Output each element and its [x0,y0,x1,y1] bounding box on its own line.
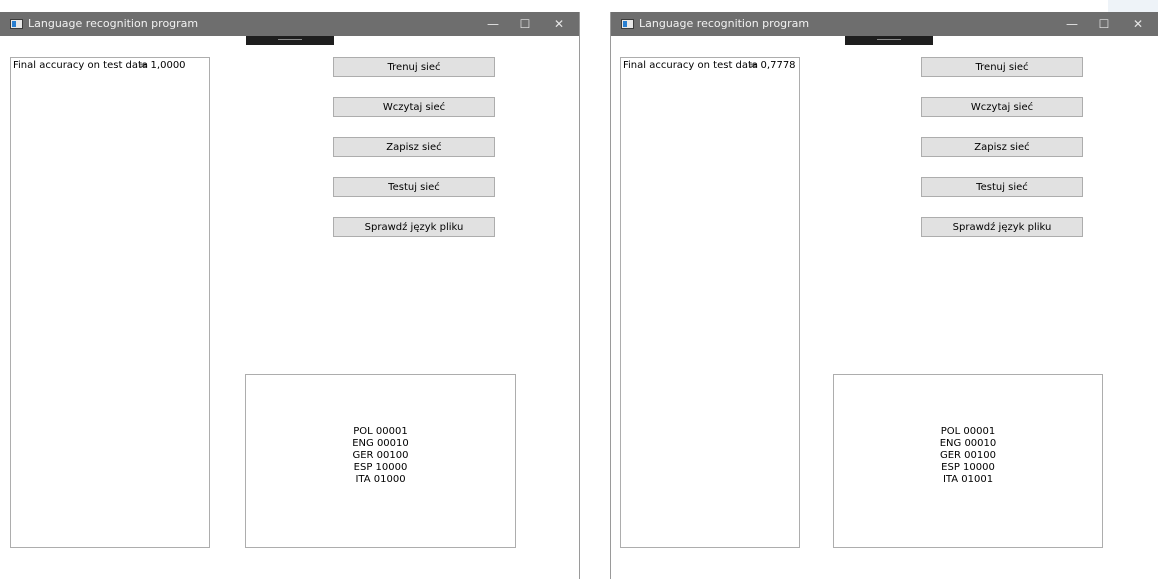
close-icon[interactable]: ✕ [545,12,573,36]
output-textbox[interactable]: Final accuracy on test data = 1,0000 [10,57,210,548]
language-code-line: GER 00100 [352,450,409,461]
app-window-icon [621,19,634,29]
language-codes-box: POL 00001 ENG 00010 GER 00100 ESP 10000 … [245,374,516,548]
train-network-button[interactable]: Trenuj sieć [921,57,1083,77]
language-codes-list: POL 00001 ENG 00010 GER 00100 ESP 10000 … [834,426,1102,486]
drag-grip[interactable] [246,36,334,45]
train-network-button[interactable]: Trenuj sieć [333,57,495,77]
test-network-button[interactable]: Testuj sieć [921,177,1083,197]
drag-grip[interactable] [845,36,933,45]
load-network-button[interactable]: Wczytaj sieć [921,97,1083,117]
language-code-line: GER 00100 [939,450,996,461]
accuracy-label: Final accuracy on test data [623,60,759,71]
load-network-button[interactable]: Wczytaj sieć [333,97,495,117]
save-network-button[interactable]: Zapisz sieć [921,137,1083,157]
accuracy-value: = 1,0000 [139,60,186,71]
language-code-line: POL 00001 [940,426,996,437]
language-codes-list: POL 00001 ENG 00010 GER 00100 ESP 10000 … [246,426,515,486]
save-network-button[interactable]: Zapisz sieć [333,137,495,157]
language-code-line: ESP 10000 [353,462,408,473]
language-codes-box: POL 00001 ENG 00010 GER 00100 ESP 10000 … [833,374,1103,548]
app-window-right: Language recognition program — ☐ ✕ Final… [610,12,1158,579]
close-icon[interactable]: ✕ [1124,12,1152,36]
language-code-line: ITA 01000 [355,474,406,485]
check-file-language-button[interactable]: Sprawdź język pliku [921,217,1083,237]
language-code-line: ENG 00010 [939,438,997,449]
title-bar[interactable]: Language recognition program — ☐ ✕ [611,12,1158,36]
title-bar[interactable]: Language recognition program — ☐ ✕ [0,12,579,36]
accuracy-value: = 0,7778 [749,60,796,71]
maximize-icon[interactable]: ☐ [511,12,539,36]
language-code-line: ENG 00010 [352,438,409,449]
language-code-line: ESP 10000 [941,462,995,473]
language-code-line: POL 00001 [353,426,408,437]
check-file-language-button[interactable]: Sprawdź język pliku [333,217,495,237]
desktop-background-corner [1108,0,1158,12]
output-textbox[interactable]: Final accuracy on test data = 0,7778 [620,57,800,548]
test-network-button[interactable]: Testuj sieć [333,177,495,197]
window-title: Language recognition program [28,17,199,30]
minimize-icon[interactable]: — [479,12,507,36]
maximize-icon[interactable]: ☐ [1090,12,1118,36]
language-code-line: ITA 01001 [942,474,994,485]
window-title: Language recognition program [639,17,810,30]
app-window-icon [10,19,23,29]
app-window-left: Language recognition program — ☐ ✕ Final… [0,12,580,579]
minimize-icon[interactable]: — [1058,12,1086,36]
accuracy-label: Final accuracy on test data [13,60,149,71]
